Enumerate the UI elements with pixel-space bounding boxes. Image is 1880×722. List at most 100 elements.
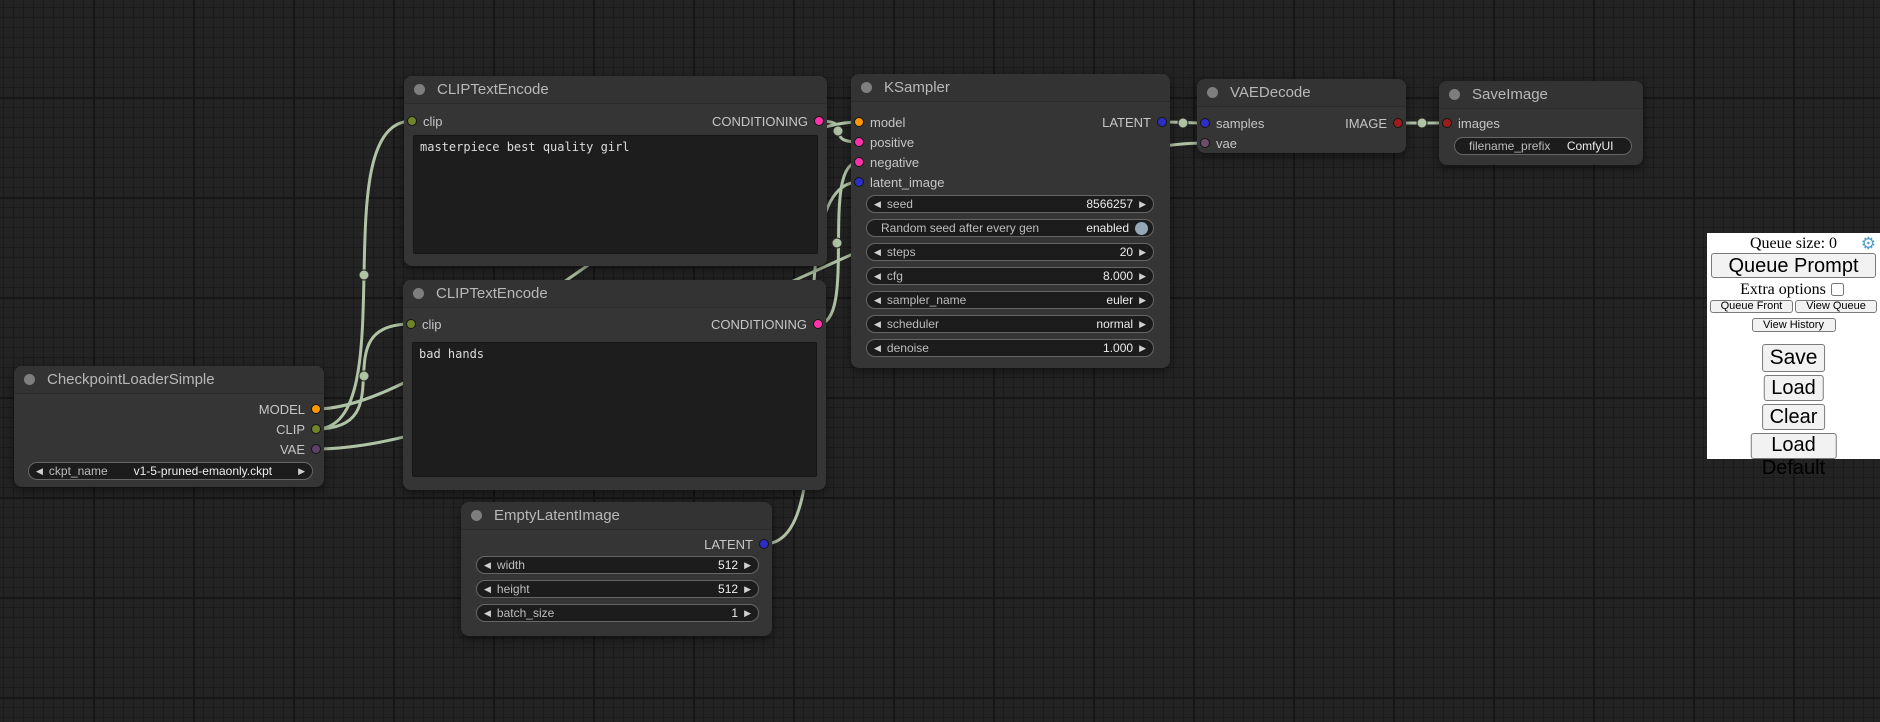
collapse-dot[interactable]: [1207, 87, 1218, 98]
checkpoint-loader-node[interactable]: CheckpointLoaderSimple MODEL CLIP VAE ◀ …: [14, 366, 324, 487]
decrement-arrow-icon[interactable]: ◀: [874, 200, 881, 209]
settings-gear-icon[interactable]: ⚙: [1861, 234, 1876, 254]
toggle-dot[interactable]: [1135, 222, 1148, 235]
vae-output-port[interactable]: [311, 444, 321, 454]
extra-options-checkbox[interactable]: [1831, 283, 1844, 296]
increment-arrow-icon[interactable]: ▶: [1139, 344, 1146, 353]
increment-arrow-icon[interactable]: ▶: [1139, 272, 1146, 281]
queue-front-button[interactable]: Queue Front: [1710, 300, 1793, 313]
widget-value: enabled: [1086, 221, 1129, 235]
ckpt-name-widget[interactable]: ◀ ckpt_name v1-5-pruned-emaonly.ckpt ▶: [28, 462, 313, 480]
collapse-dot[interactable]: [414, 84, 425, 95]
positive-input-port[interactable]: [854, 137, 864, 147]
collapse-dot[interactable]: [861, 82, 872, 93]
empty-latent-image-node[interactable]: EmptyLatentImage LATENT ◀ width 512 ▶ ◀ …: [461, 502, 772, 636]
increment-arrow-icon[interactable]: ▶: [1139, 248, 1146, 257]
save-button[interactable]: Save: [1762, 344, 1826, 372]
clip-input-port[interactable]: [407, 116, 417, 126]
node-title: EmptyLatentImage: [494, 507, 620, 524]
latent-output: LATENT: [1102, 112, 1167, 132]
vae-decode-node[interactable]: VAEDecode samples vae IMAGE: [1197, 79, 1406, 153]
node-title-bar[interactable]: SaveImage: [1439, 81, 1643, 109]
node-title-bar[interactable]: EmptyLatentImage: [461, 502, 772, 530]
decrement-arrow-icon[interactable]: ◀: [36, 467, 43, 476]
negative-input-port[interactable]: [854, 157, 864, 167]
clip-text-encode-negative-node[interactable]: CLIPTextEncode clip CONDITIONING bad han…: [403, 280, 826, 490]
decrement-arrow-icon[interactable]: ◀: [874, 344, 881, 353]
decrement-arrow-icon[interactable]: ◀: [874, 296, 881, 305]
model-input-port[interactable]: [854, 117, 864, 127]
increment-arrow-icon[interactable]: ▶: [1139, 320, 1146, 329]
image-output-port[interactable]: [1393, 118, 1403, 128]
denoise-widget[interactable]: ◀ denoise 1.000 ▶: [866, 339, 1154, 357]
vae-input-label: vae: [1216, 136, 1237, 151]
decrement-arrow-icon[interactable]: ◀: [484, 561, 491, 570]
cfg-widget[interactable]: ◀ cfg 8.000 ▶: [866, 267, 1154, 285]
random-seed-toggle-widget[interactable]: Random seed after every gen enabled: [866, 219, 1154, 237]
samples-input-port[interactable]: [1200, 118, 1210, 128]
latent-image-input-label: latent_image: [870, 175, 944, 190]
conditioning-output-port[interactable]: [814, 116, 824, 126]
decrement-arrow-icon[interactable]: ◀: [484, 585, 491, 594]
node-title-bar[interactable]: CheckpointLoaderSimple: [14, 366, 324, 394]
widget-label: filename_prefix: [1469, 139, 1550, 153]
node-title-bar[interactable]: VAEDecode: [1197, 79, 1406, 107]
clip-output-port[interactable]: [311, 424, 321, 434]
link-midpoint-dot: [832, 238, 842, 248]
clip-input-label: clip: [422, 317, 442, 332]
increment-arrow-icon[interactable]: ▶: [744, 609, 751, 618]
model-output: MODEL: [259, 399, 321, 419]
clear-button[interactable]: Clear: [1762, 404, 1826, 430]
comfy-menu-panel: Queue size: 0 ⚙ Queue Prompt Extra optio…: [1707, 233, 1880, 459]
latent-image-input-port[interactable]: [854, 177, 864, 187]
height-widget[interactable]: ◀ height 512 ▶: [476, 580, 759, 598]
increment-arrow-icon[interactable]: ▶: [1139, 296, 1146, 305]
view-queue-button[interactable]: View Queue: [1795, 300, 1877, 313]
scheduler-widget[interactable]: ◀ scheduler normal ▶: [866, 315, 1154, 333]
queue-prompt-button[interactable]: Queue Prompt: [1711, 253, 1876, 278]
positive-prompt-textarea[interactable]: masterpiece best quality girl: [413, 135, 818, 254]
negative-input-label: negative: [870, 155, 919, 170]
filename-prefix-widget[interactable]: filename_prefix ComfyUI: [1454, 137, 1632, 155]
increment-arrow-icon[interactable]: ▶: [744, 585, 751, 594]
decrement-arrow-icon[interactable]: ◀: [874, 272, 881, 281]
clip-input-port[interactable]: [406, 319, 416, 329]
vae-input-port[interactable]: [1200, 138, 1210, 148]
view-history-button[interactable]: View History: [1752, 318, 1836, 332]
collapse-dot[interactable]: [24, 374, 35, 385]
collapse-dot[interactable]: [413, 288, 424, 299]
clip-output-label: CLIP: [276, 422, 305, 437]
seed-widget[interactable]: ◀ seed 8566257 ▶: [866, 195, 1154, 213]
negative-prompt-textarea[interactable]: bad hands: [412, 342, 817, 477]
increment-arrow-icon[interactable]: ▶: [744, 561, 751, 570]
increment-arrow-icon[interactable]: ▶: [298, 467, 305, 476]
ksampler-node[interactable]: KSampler model positive negative latent_…: [851, 74, 1170, 368]
latent-output-port[interactable]: [759, 539, 769, 549]
model-output-port[interactable]: [311, 404, 321, 414]
node-title: KSampler: [884, 79, 950, 96]
conditioning-output-port[interactable]: [813, 319, 823, 329]
extra-options-row: Extra options: [1707, 280, 1880, 299]
collapse-dot[interactable]: [471, 510, 482, 521]
node-title-bar[interactable]: CLIPTextEncode: [403, 280, 826, 308]
sampler-name-widget[interactable]: ◀ sampler_name euler ▶: [866, 291, 1154, 309]
collapse-dot[interactable]: [1449, 89, 1460, 100]
latent-output-label: LATENT: [1102, 115, 1151, 130]
images-input-port[interactable]: [1442, 118, 1452, 128]
node-title-bar[interactable]: KSampler: [851, 74, 1170, 102]
save-image-node[interactable]: SaveImage images filename_prefix ComfyUI: [1439, 81, 1643, 165]
samples-input: samples: [1200, 113, 1264, 133]
clip-text-encode-positive-node[interactable]: CLIPTextEncode clip CONDITIONING masterp…: [404, 76, 827, 266]
decrement-arrow-icon[interactable]: ◀: [874, 248, 881, 257]
latent-output-port[interactable]: [1157, 117, 1167, 127]
decrement-arrow-icon[interactable]: ◀: [874, 320, 881, 329]
increment-arrow-icon[interactable]: ▶: [1139, 200, 1146, 209]
load-default-button[interactable]: Load Default: [1750, 433, 1837, 459]
batch-size-widget[interactable]: ◀ batch_size 1 ▶: [476, 604, 759, 622]
steps-widget[interactable]: ◀ steps 20 ▶: [866, 243, 1154, 261]
decrement-arrow-icon[interactable]: ◀: [484, 609, 491, 618]
width-widget[interactable]: ◀ width 512 ▶: [476, 556, 759, 574]
node-title-bar[interactable]: CLIPTextEncode: [404, 76, 827, 104]
load-button[interactable]: Load: [1763, 375, 1824, 401]
conditioning-output-label: CONDITIONING: [712, 114, 808, 129]
